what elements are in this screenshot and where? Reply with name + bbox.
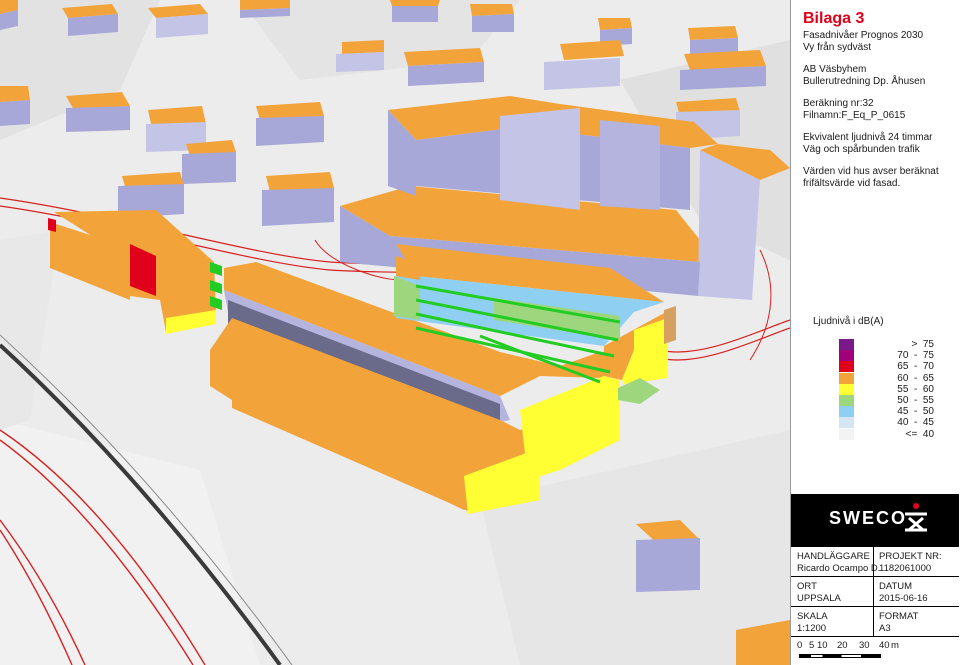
- legend-label: 60 - 65: [897, 372, 934, 384]
- scale-tick-0: 0: [797, 640, 803, 651]
- legend-item: 45 - 50: [839, 406, 949, 418]
- legend-swatch: [839, 350, 854, 362]
- legend-item: 50 - 55: [839, 395, 949, 406]
- legend-label: 40 - 45: [897, 417, 934, 429]
- desc-line-2: Väg och spårbunden trafik: [803, 144, 920, 155]
- sweco-mark-icon: [905, 503, 927, 532]
- legend-item: 65 - 70: [839, 361, 949, 373]
- legend-item: <= 40: [839, 428, 949, 440]
- calc-line-2: Filnamn:F_Eq_P_0615: [803, 110, 906, 121]
- grid-line: [791, 636, 959, 637]
- legend-swatch: [839, 417, 854, 429]
- skala-label: SKALA: [797, 611, 828, 622]
- sheet-title: Bilaga 3: [803, 10, 865, 27]
- legend-label: 50 - 55: [897, 395, 934, 406]
- legend-swatch: [839, 428, 854, 440]
- skala-value: 1:1200: [797, 623, 827, 634]
- grid-line: [791, 546, 959, 547]
- grid-line: [791, 606, 959, 607]
- note-line-2: frifältsvärde vid fasad.: [803, 178, 901, 189]
- legend-item: 55 - 60: [839, 383, 949, 395]
- ort-value: UPPSALA: [797, 593, 841, 604]
- scale-tick-5: 5: [809, 640, 815, 651]
- legend-swatch: [839, 361, 854, 373]
- legend-label: 45 - 50: [897, 406, 934, 418]
- handlaggare-label: HANDLÄGGARE: [797, 551, 870, 562]
- ort-label: ORT: [797, 581, 817, 592]
- scale-unit: m: [891, 640, 899, 651]
- desc-line-1: Ekvivalent ljudnivå 24 timmar: [803, 132, 933, 143]
- legend-label: 65 - 70: [897, 361, 934, 373]
- grid-line: [873, 546, 874, 636]
- legend-swatch: [839, 339, 854, 350]
- legend-label: 55 - 60: [897, 383, 934, 395]
- scale-tick-10: 10: [817, 640, 828, 651]
- scale-tick-30: 30: [859, 640, 870, 651]
- datum-label: DATUM: [879, 581, 913, 592]
- legend-swatch: [839, 395, 854, 406]
- legend-swatch: [839, 383, 854, 395]
- map-view[interactable]: [0, 0, 790, 665]
- legend-item: 40 - 45: [839, 417, 949, 429]
- datum-value: 2015-06-16: [879, 593, 928, 604]
- legend-item: 60 - 65: [839, 372, 949, 384]
- scale-bar-graphic: [799, 654, 881, 658]
- info-panel: Bilaga 3 Fasadnivåer Prognos 2030 Vy frå…: [790, 0, 960, 665]
- legend-label: 70 - 75: [897, 350, 934, 362]
- legend-swatch: [839, 372, 854, 384]
- format-value: A3: [879, 623, 891, 634]
- client-line-2: Bullerutredning Dp. Åhusen: [803, 76, 926, 87]
- scale-tick-20: 20: [837, 640, 848, 651]
- legend-item: 70 - 75: [839, 350, 949, 362]
- legend-title: Ljudnivå i dB(A): [813, 316, 884, 327]
- handlaggare-value: Ricardo Ocampo D.: [797, 563, 881, 574]
- note-line-1: Värden vid hus avser beräknat: [803, 166, 939, 177]
- legend-label: <= 40: [905, 428, 934, 440]
- legend-item: > 75: [839, 339, 949, 350]
- scale-bar: 0 5 10 20 30 40 m: [797, 640, 957, 662]
- legend-label: > 75: [911, 339, 934, 350]
- format-label: FORMAT: [879, 611, 919, 622]
- grid-line: [791, 576, 959, 577]
- map-3d-render: [0, 0, 790, 665]
- legend-swatch: [839, 406, 854, 418]
- projekt-value: 1182061000: [879, 563, 932, 574]
- calc-line-1: Beräkning nr:32: [803, 98, 874, 109]
- client-line-1: AB Väsbyhem: [803, 64, 867, 75]
- logo-band: SWECO: [791, 494, 959, 546]
- sweco-logo: SWECO: [829, 508, 908, 528]
- scale-tick-40: 40: [879, 640, 890, 651]
- header-line-1: Fasadnivåer Prognos 2030: [803, 30, 924, 41]
- header-line-2: Vy från sydväst: [803, 42, 871, 53]
- projekt-label: PROJEKT NR:: [879, 551, 942, 562]
